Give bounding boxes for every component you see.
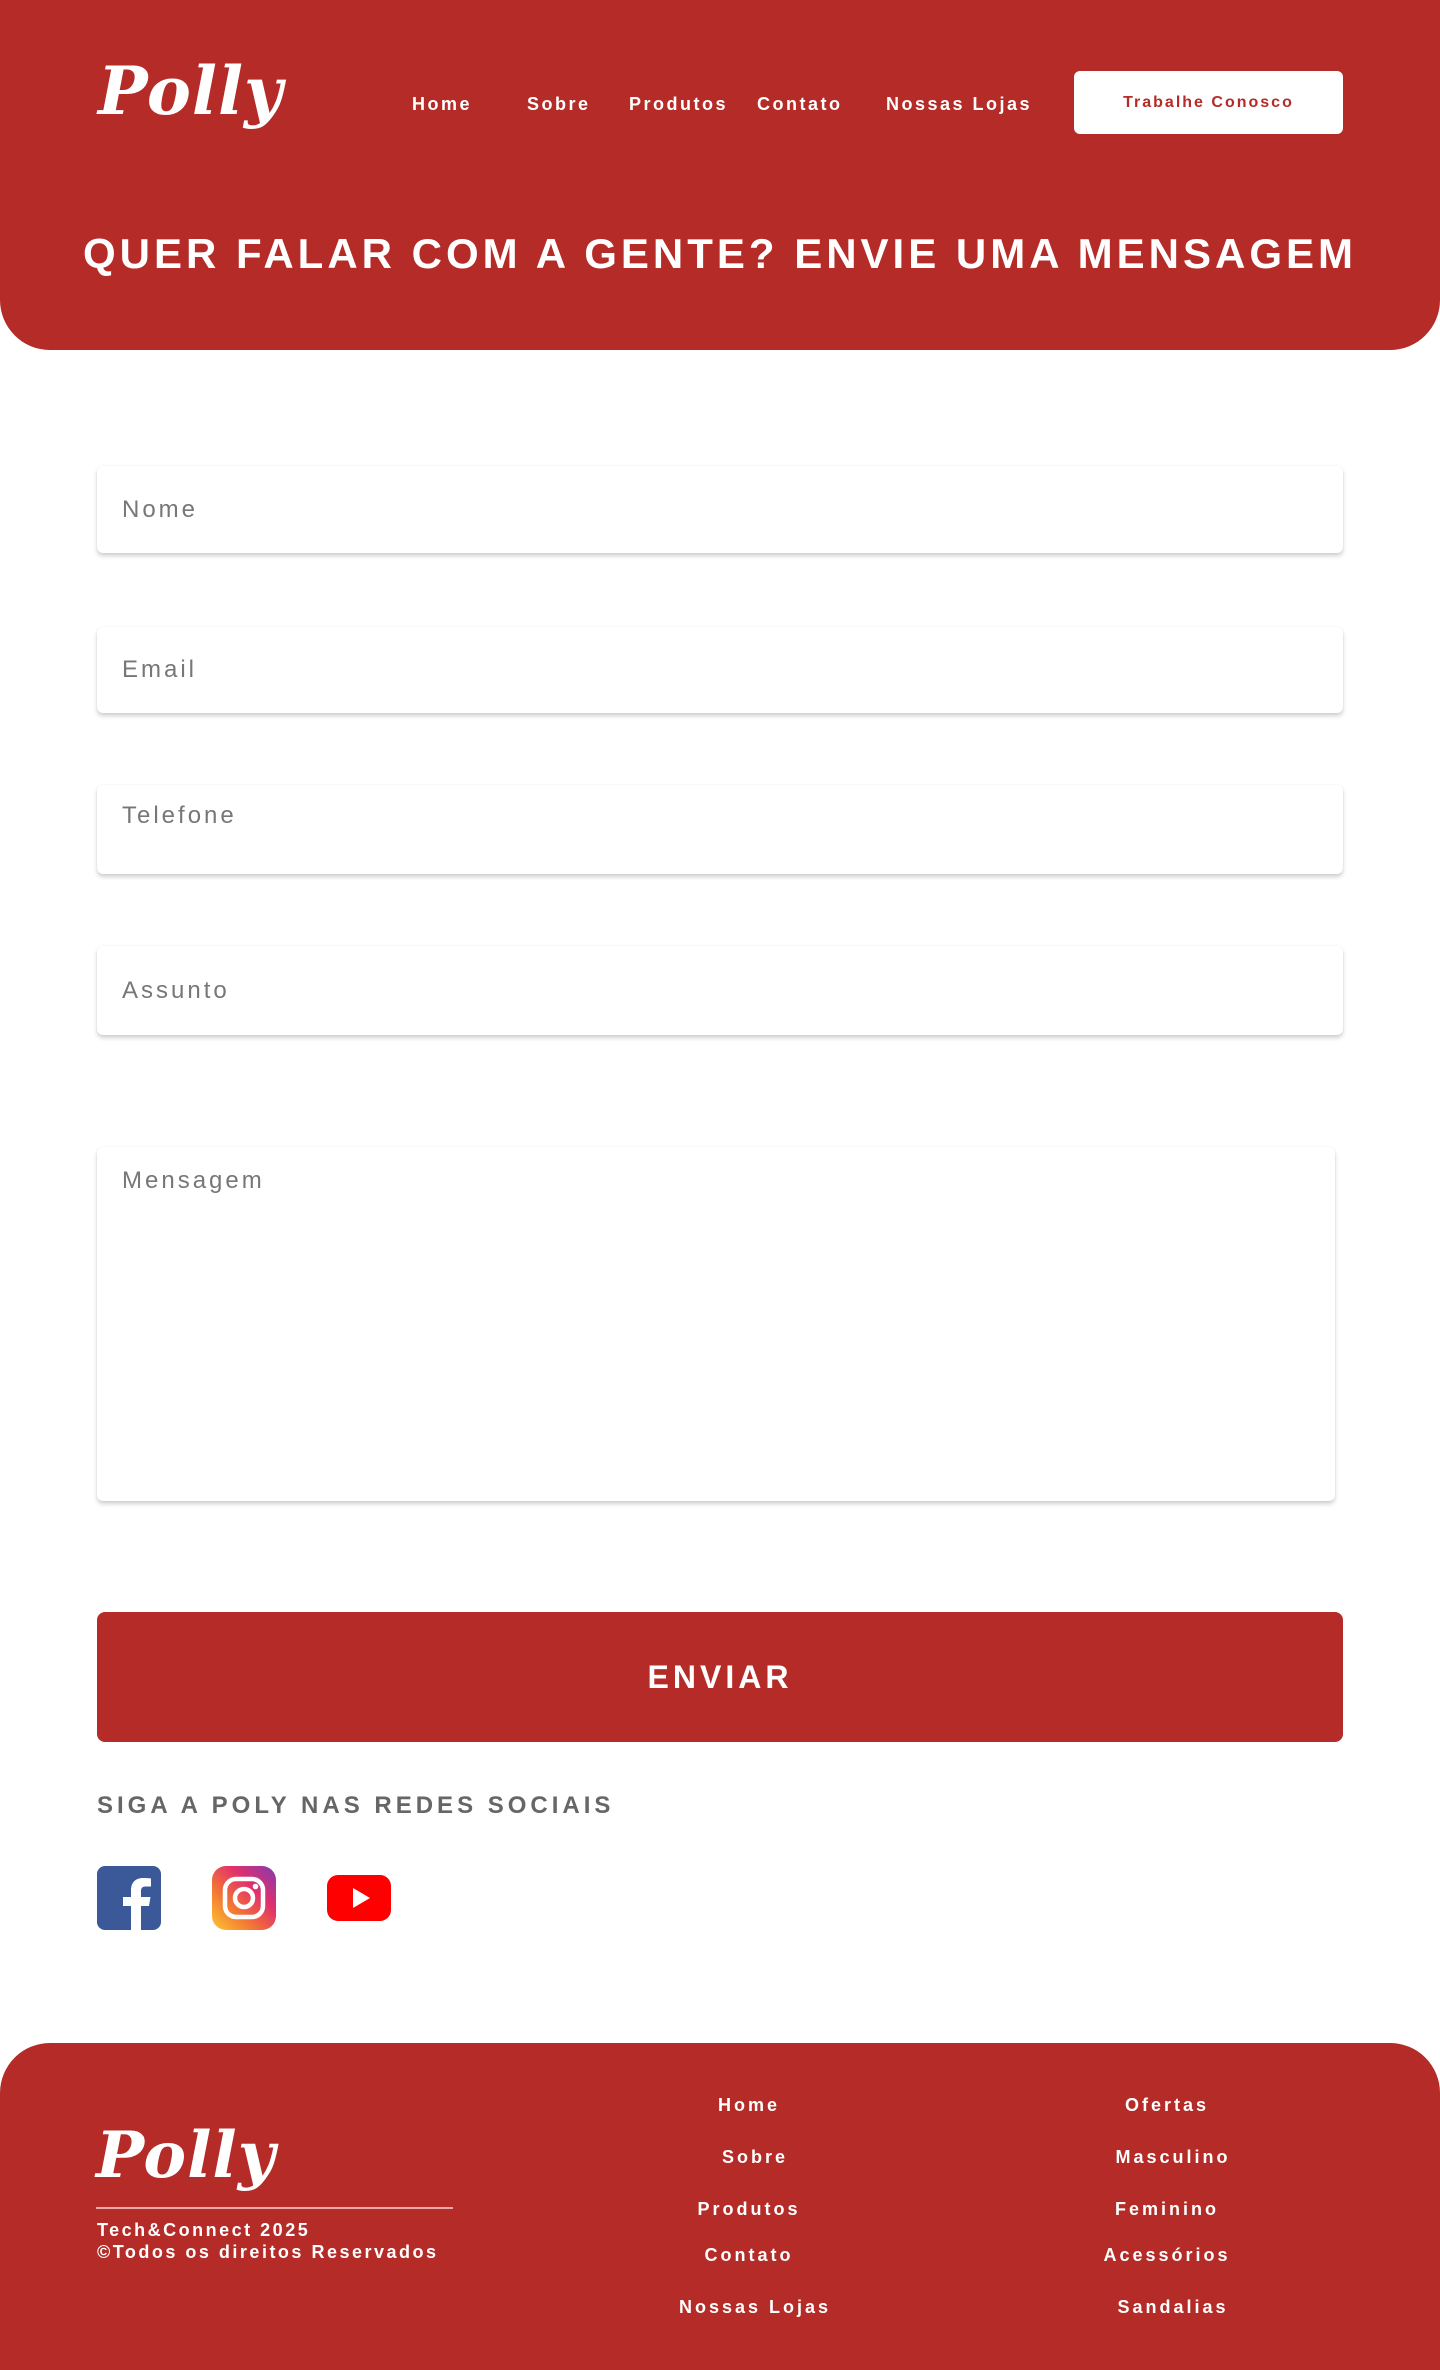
footer-link-masculino[interactable]: Masculino bbox=[1023, 2147, 1323, 2168]
trabalhe-conosco-button[interactable]: Trabalhe Conosco bbox=[1074, 71, 1343, 134]
email-field-wrapper bbox=[97, 627, 1343, 713]
site-footer: Polly Tech&Connect 2025 ©Todos os direit… bbox=[0, 2043, 1440, 2370]
nav-sobre[interactable]: Sobre bbox=[527, 94, 591, 115]
message-field-wrapper bbox=[97, 1147, 1335, 1501]
nav-produtos[interactable]: Produtos bbox=[629, 94, 728, 115]
name-field-wrapper bbox=[97, 466, 1343, 553]
submit-button[interactable]: ENVIAR bbox=[97, 1612, 1343, 1742]
footer-link-produtos[interactable]: Produtos bbox=[599, 2199, 899, 2220]
footer-link-feminino[interactable]: Feminino bbox=[1017, 2199, 1317, 2220]
name-input[interactable] bbox=[97, 466, 1343, 553]
facebook-icon[interactable] bbox=[97, 1866, 161, 1930]
nav-contato[interactable]: Contato bbox=[757, 94, 842, 115]
message-textarea[interactable] bbox=[97, 1147, 1335, 1501]
subject-field-wrapper bbox=[97, 946, 1343, 1035]
instagram-icon[interactable] bbox=[212, 1866, 276, 1930]
email-input[interactable] bbox=[97, 627, 1343, 713]
page-title: QUER FALAR COM A GENTE? ENVIE UMA MENSAG… bbox=[82, 230, 1358, 277]
footer-link-contato[interactable]: Contato bbox=[599, 2245, 899, 2266]
footer-link-nossas-lojas[interactable]: Nossas Lojas bbox=[605, 2297, 905, 2318]
phone-field-wrapper bbox=[97, 785, 1343, 874]
footer-link-sobre[interactable]: Sobre bbox=[605, 2147, 905, 2168]
footer-link-home[interactable]: Home bbox=[599, 2095, 899, 2116]
footer-company: Tech&Connect 2025 bbox=[97, 2220, 311, 2240]
subject-input[interactable] bbox=[97, 946, 1343, 1035]
site-header: Polly Home Sobre Produtos Contato Nossas… bbox=[0, 0, 1440, 350]
footer-divider bbox=[96, 2207, 453, 2209]
youtube-icon[interactable] bbox=[327, 1866, 391, 1930]
nav-home[interactable]: Home bbox=[412, 94, 472, 115]
footer-logo[interactable]: Polly bbox=[96, 2124, 276, 2188]
social-title: SIGA A POLY NAS REDES SOCIAIS bbox=[97, 1792, 615, 1819]
logo[interactable]: Polly bbox=[98, 58, 283, 124]
phone-input[interactable] bbox=[97, 785, 1343, 874]
footer-link-ofertas[interactable]: Ofertas bbox=[1017, 2095, 1317, 2116]
footer-link-sandalias[interactable]: Sandalias bbox=[1023, 2297, 1323, 2318]
nav-nossas-lojas[interactable]: Nossas Lojas bbox=[886, 94, 1032, 115]
footer-link-acessorios[interactable]: Acessórios bbox=[1017, 2245, 1317, 2266]
footer-copyright: ©Todos os direitos Reservados bbox=[97, 2242, 439, 2262]
